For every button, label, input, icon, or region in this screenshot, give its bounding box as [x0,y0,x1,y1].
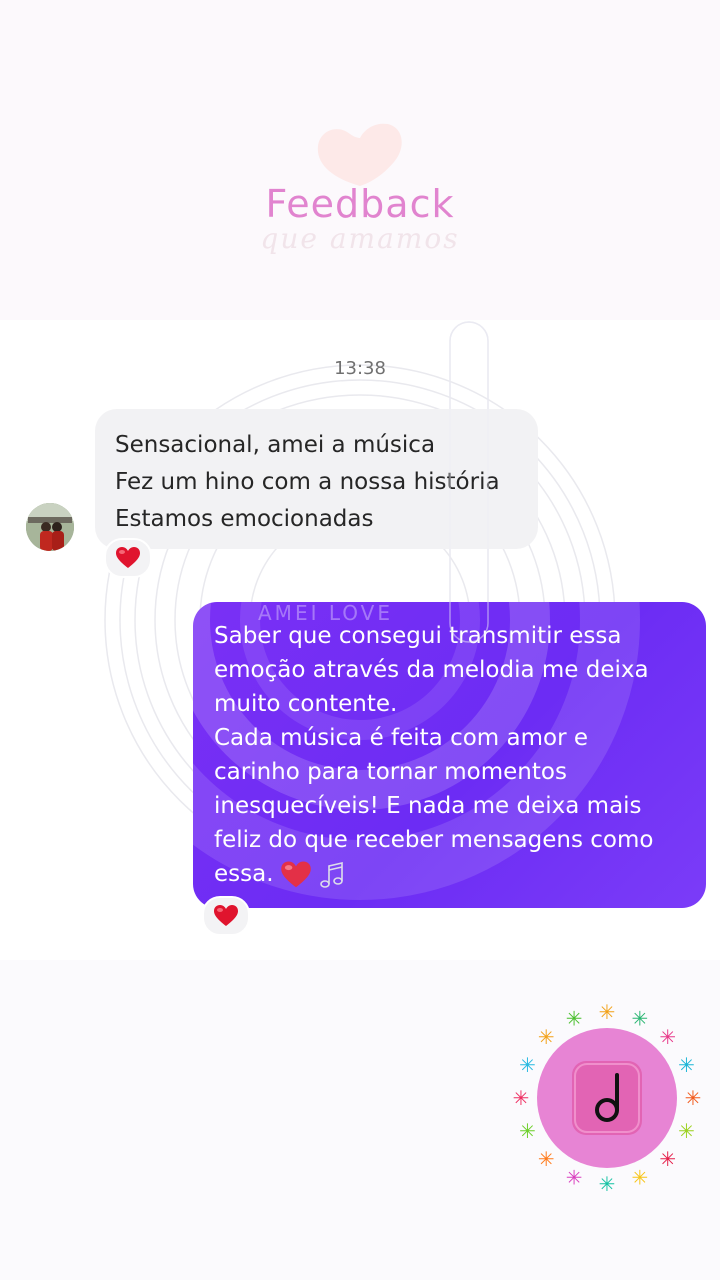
decorative-star: ✳ [659,1147,676,1171]
heart-reaction-incoming[interactable] [104,538,152,578]
decorative-star: ✳ [659,1025,676,1049]
decorative-star: ✳ [538,1147,555,1171]
heart-icon [214,905,238,926]
message-line: Sensacional, amei a música [115,432,436,458]
message-timestamp: 13:38 [334,358,386,379]
message-line: emoção através da melodia me deixa [214,657,649,683]
decorative-star: ✳ [599,1172,616,1196]
message-line-text: essa. [214,861,274,887]
decorative-star: ✳ [519,1053,536,1077]
message-line: muito contente. [214,691,398,717]
decorative-star: ✳ [632,1007,649,1031]
incoming-message-bubble[interactable]: Sensacional, amei a música Fez um hino c… [95,409,538,549]
decorative-star: ✳ [678,1119,695,1143]
decorative-star: ✳ [685,1086,702,1110]
message-line: feliz do que receber mensagens como [214,827,654,853]
heart-icon [116,547,140,568]
avatar[interactable] [26,503,74,551]
message-line: inesquecíveis! E nada me deixa mais [214,793,642,819]
message-line: Cada música é feita com amor e [214,725,589,751]
decorative-star: ✳ [519,1119,536,1143]
message-line: carinho para tornar momentos [214,759,567,785]
music-notes-icon [319,861,343,888]
heart-reaction-outgoing[interactable] [202,896,250,936]
heart-icon [280,860,311,887]
decorative-star: ✳ [599,1003,616,1024]
message-line: Fez um hino com a nossa história [115,469,500,495]
page-title: Feedback [265,182,455,226]
page-subtitle: que amamos [260,222,460,255]
avatar-photo [26,503,74,551]
decorative-star: ✳ [566,1007,583,1031]
outgoing-message-bubble[interactable]: Saber que consegui transmitir essa emoçã… [193,602,706,908]
heart-logo-icon [317,123,402,186]
message-line-last: essa. [214,857,688,891]
message-line: Estamos emocionadas [115,506,374,532]
app-logo: ✳ ✳✳✳✳✳✳✳✳✳✳✳✳✳✳✳ [513,1003,702,1196]
decorative-star: ✳ [632,1166,649,1190]
message-line: Saber que consegui transmitir essa [214,623,622,649]
decorative-star: ✳ [513,1086,530,1110]
decorative-star: ✳ [566,1166,583,1190]
decorative-star: ✳ [538,1025,555,1049]
decorative-star: ✳ [678,1053,695,1077]
